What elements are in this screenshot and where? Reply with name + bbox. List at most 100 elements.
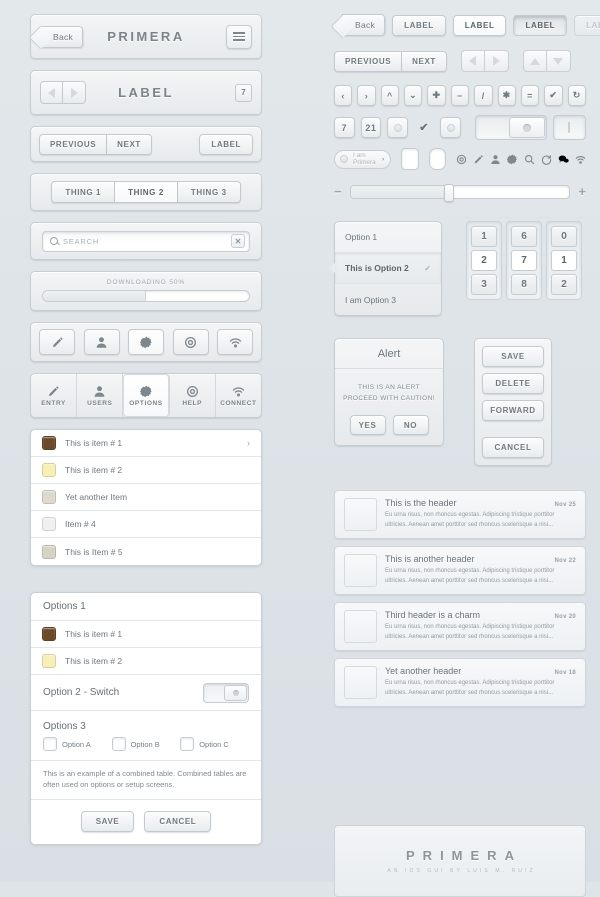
slider-plus-icon[interactable]: + xyxy=(578,184,586,199)
clear-search-icon[interactable]: ✕ xyxy=(231,234,245,248)
cancel-button[interactable]: CANCEL xyxy=(482,437,544,458)
search-icon[interactable] xyxy=(524,154,535,165)
asterisk-icon[interactable]: ✱ xyxy=(497,85,516,106)
alert-no-button[interactable]: NO xyxy=(392,415,429,436)
refresh-icon[interactable] xyxy=(541,154,552,165)
chevron-left-icon[interactable]: ‹ xyxy=(334,85,353,106)
large-toggle-switch[interactable] xyxy=(475,115,547,140)
key[interactable]: 6 xyxy=(511,226,537,247)
hamburger-icon[interactable] xyxy=(226,24,252,49)
option-row-2[interactable]: This is Option 2 ✓ xyxy=(329,253,441,284)
cancel-button[interactable]: CANCEL xyxy=(144,811,212,833)
triangle-right-icon[interactable] xyxy=(484,50,509,72)
wifi-icon[interactable] xyxy=(575,154,586,165)
refresh-icon[interactable]: ↻ xyxy=(567,85,586,106)
checkbox-option-c[interactable]: Option C xyxy=(180,737,249,751)
list-item[interactable]: Item # 4 xyxy=(31,511,261,538)
key[interactable]: 3 xyxy=(471,274,497,295)
wifi-icon-button[interactable] xyxy=(217,329,253,355)
lifering-icon[interactable] xyxy=(456,154,467,165)
key[interactable]: 2 xyxy=(551,274,577,295)
chevron-down-icon[interactable]: ⌄ xyxy=(404,85,423,106)
checkbox-label: Option B xyxy=(130,739,160,749)
previous-button[interactable]: PREVIOUS xyxy=(334,50,403,72)
triangle-left-icon[interactable] xyxy=(460,50,485,72)
key[interactable]: 0 xyxy=(551,226,577,247)
options-item[interactable]: This is item # 2 xyxy=(31,648,261,675)
slider-minus-icon[interactable]: − xyxy=(334,184,342,199)
list-item[interactable]: This is item # 2 xyxy=(31,457,261,484)
segment-thing-2[interactable]: THING 2 xyxy=(115,181,178,203)
message-item[interactable]: This is another header Nov 22 Eu urna ri… xyxy=(334,546,586,595)
tab-users[interactable]: USERS xyxy=(77,374,124,417)
save-button[interactable]: SAVE xyxy=(80,811,135,833)
label-button-active[interactable]: LABEL xyxy=(452,14,507,36)
segment-thing-3[interactable]: THING 3 xyxy=(177,181,241,203)
lifering-icon-button[interactable] xyxy=(172,329,209,355)
slider-knob[interactable] xyxy=(444,183,455,202)
message-item[interactable]: This is the header Nov 25 Eu urna risus,… xyxy=(334,490,586,539)
next-button[interactable]: NEXT xyxy=(402,50,447,72)
key[interactable]: 2 xyxy=(471,250,497,271)
tab-help[interactable]: HELP xyxy=(170,374,216,417)
label-button-pressed[interactable]: LABEL xyxy=(513,14,568,36)
next-button[interactable]: NEXT xyxy=(107,133,152,155)
square-checkbox-icon[interactable] xyxy=(401,148,419,170)
chevron-right-icon[interactable]: › xyxy=(357,85,376,106)
checkbox-option-b[interactable]: Option B xyxy=(111,737,181,751)
message-item[interactable]: Third header is a charm Nov 20 Eu urna r… xyxy=(334,602,586,651)
slider-track[interactable] xyxy=(349,183,571,202)
chevron-up-icon[interactable]: ^ xyxy=(380,85,400,106)
label-button[interactable]: LABEL xyxy=(199,133,253,155)
user-icon[interactable] xyxy=(490,154,501,165)
tab-connect[interactable]: CONNECT xyxy=(216,374,261,417)
message-item[interactable]: Yet another header Nov 18 Eu urna risus,… xyxy=(334,658,586,707)
badge-switch-row: 7 21 ✔ xyxy=(334,115,587,140)
gear-icon-button[interactable] xyxy=(128,329,164,355)
list-item[interactable]: This is Item # 5 xyxy=(31,538,261,565)
rounded-checkbox-icon[interactable] xyxy=(428,148,446,170)
list-item[interactable]: This is item # 1 › xyxy=(31,430,261,457)
key[interactable]: 7 xyxy=(511,250,537,271)
segment-thing-1[interactable]: THING 1 xyxy=(51,181,116,203)
tab-entry[interactable]: ENTRY xyxy=(31,374,78,417)
key[interactable]: 1 xyxy=(471,226,497,247)
triangle-up-icon[interactable] xyxy=(522,50,547,72)
small-toggle-switch[interactable] xyxy=(552,115,587,140)
option-row-1[interactable]: Option 1 xyxy=(335,222,441,253)
alert-yes-button[interactable]: YES xyxy=(349,415,386,436)
search-input[interactable]: SEARCH ✕ xyxy=(42,230,250,252)
user-icon-button[interactable] xyxy=(83,329,120,355)
delete-button[interactable]: DELETE xyxy=(482,373,544,394)
back-button-sample[interactable]: Back xyxy=(342,14,386,36)
option-toggle-switch[interactable] xyxy=(203,682,249,703)
triangle-left-icon[interactable] xyxy=(40,81,63,104)
message-thumbnail xyxy=(344,498,377,531)
dot-badge-icon-2[interactable] xyxy=(440,117,462,138)
options-item[interactable]: This is item # 1 xyxy=(31,621,261,648)
chat-icon[interactable] xyxy=(558,154,569,165)
forward-button[interactable]: FORWARD xyxy=(482,400,544,421)
check-icon[interactable]: ✔ xyxy=(544,85,563,106)
save-button[interactable]: SAVE xyxy=(482,346,544,367)
list-item[interactable]: Yet another Item xyxy=(31,484,261,511)
dot-badge-icon[interactable] xyxy=(387,117,408,138)
plus-icon[interactable]: ✚ xyxy=(427,85,446,106)
previous-button[interactable]: PREVIOUS xyxy=(39,133,108,155)
gear-icon[interactable] xyxy=(507,154,518,165)
pencil-icon[interactable] xyxy=(473,154,484,165)
label-button-normal[interactable]: LABEL xyxy=(392,14,446,36)
checkbox-option-a[interactable]: Option A xyxy=(43,737,112,751)
pencil-icon-button[interactable] xyxy=(39,329,75,355)
key[interactable]: 8 xyxy=(511,274,537,295)
triangle-right-icon[interactable] xyxy=(63,81,86,104)
primera-pill-button[interactable]: I am Primera › xyxy=(334,149,392,169)
tab-options[interactable]: OPTIONS xyxy=(123,374,170,417)
option-row-3[interactable]: I am Option 3 xyxy=(335,284,441,315)
triangle-down-icon[interactable] xyxy=(546,50,571,72)
key[interactable]: 1 xyxy=(551,250,577,271)
minus-icon[interactable]: − xyxy=(450,85,470,106)
tab-help-label: HELP xyxy=(182,399,203,407)
equals-icon[interactable]: = xyxy=(520,85,540,106)
slash-icon[interactable]: / xyxy=(474,85,493,106)
